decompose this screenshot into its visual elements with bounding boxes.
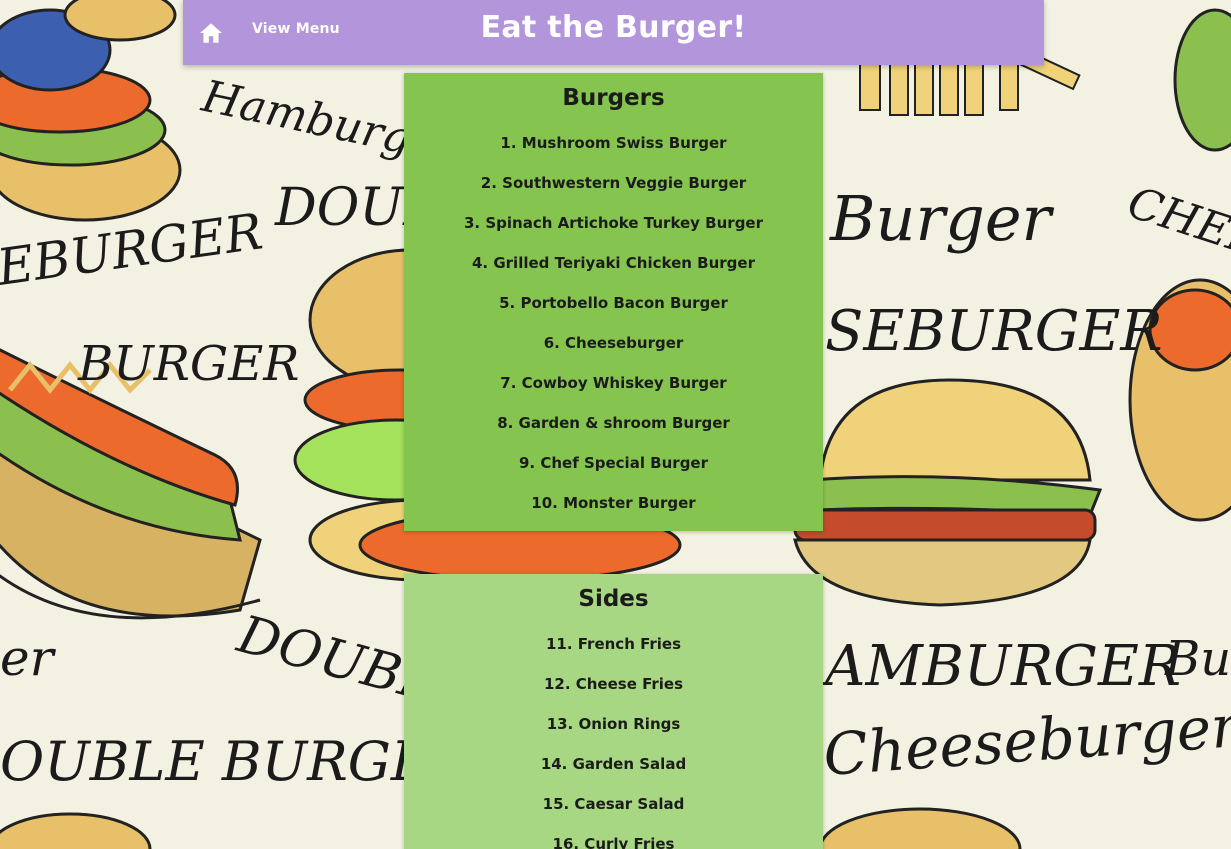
home-button[interactable] [198,20,224,46]
burger-item[interactable]: 7. Cowboy Whiskey Burger [404,363,823,403]
brand-title[interactable]: Eat the Burger! [481,10,747,45]
home-icon [200,23,222,43]
side-item[interactable]: 14. Garden Salad [404,744,823,784]
burger-item[interactable]: 9. Chef Special Burger [404,443,823,483]
sides-list: 11. French Fries 12. Cheese Fries 13. On… [404,624,823,849]
view-menu-link[interactable]: View Menu [252,21,340,37]
side-item[interactable]: 11. French Fries [404,624,823,664]
top-navbar: View Menu Eat the Burger! [183,0,1044,65]
burger-item[interactable]: 8. Garden & shroom Burger [404,403,823,443]
burger-item[interactable]: 6. Cheeseburger [404,323,823,363]
burger-item[interactable]: 3. Spinach Artichoke Turkey Burger [404,203,823,243]
side-item[interactable]: 15. Caesar Salad [404,784,823,824]
burger-item[interactable]: 2. Southwestern Veggie Burger [404,163,823,203]
burgers-heading: Burgers [562,85,665,111]
burgers-list: 1. Mushroom Swiss Burger 2. Southwestern… [404,123,823,523]
side-item[interactable]: 13. Onion Rings [404,704,823,744]
sides-heading: Sides [578,586,649,612]
burger-item[interactable]: 1. Mushroom Swiss Burger [404,123,823,163]
burger-item[interactable]: 10. Monster Burger [404,483,823,523]
burger-item[interactable]: 5. Portobello Bacon Burger [404,283,823,323]
svg-text:er: er [0,629,57,687]
burgers-menu-card: Burgers 1. Mushroom Swiss Burger 2. Sout… [404,73,823,531]
svg-text:BURGER: BURGER [77,336,299,392]
svg-text:Bu: Bu [1164,631,1231,687]
side-item[interactable]: 16. Curly Fries [404,824,823,849]
side-item[interactable]: 12. Cheese Fries [404,664,823,704]
sides-menu-card: Sides 11. French Fries 12. Cheese Fries … [404,574,823,849]
svg-text:AMBURGER: AMBURGER [820,634,1181,699]
svg-text:OUBLE BURGER: OUBLE BURGER [0,730,471,793]
svg-text:SEBURGER: SEBURGER [825,299,1163,364]
burger-item[interactable]: 4. Grilled Teriyaki Chicken Burger [404,243,823,283]
svg-text:Burger: Burger [829,182,1055,255]
